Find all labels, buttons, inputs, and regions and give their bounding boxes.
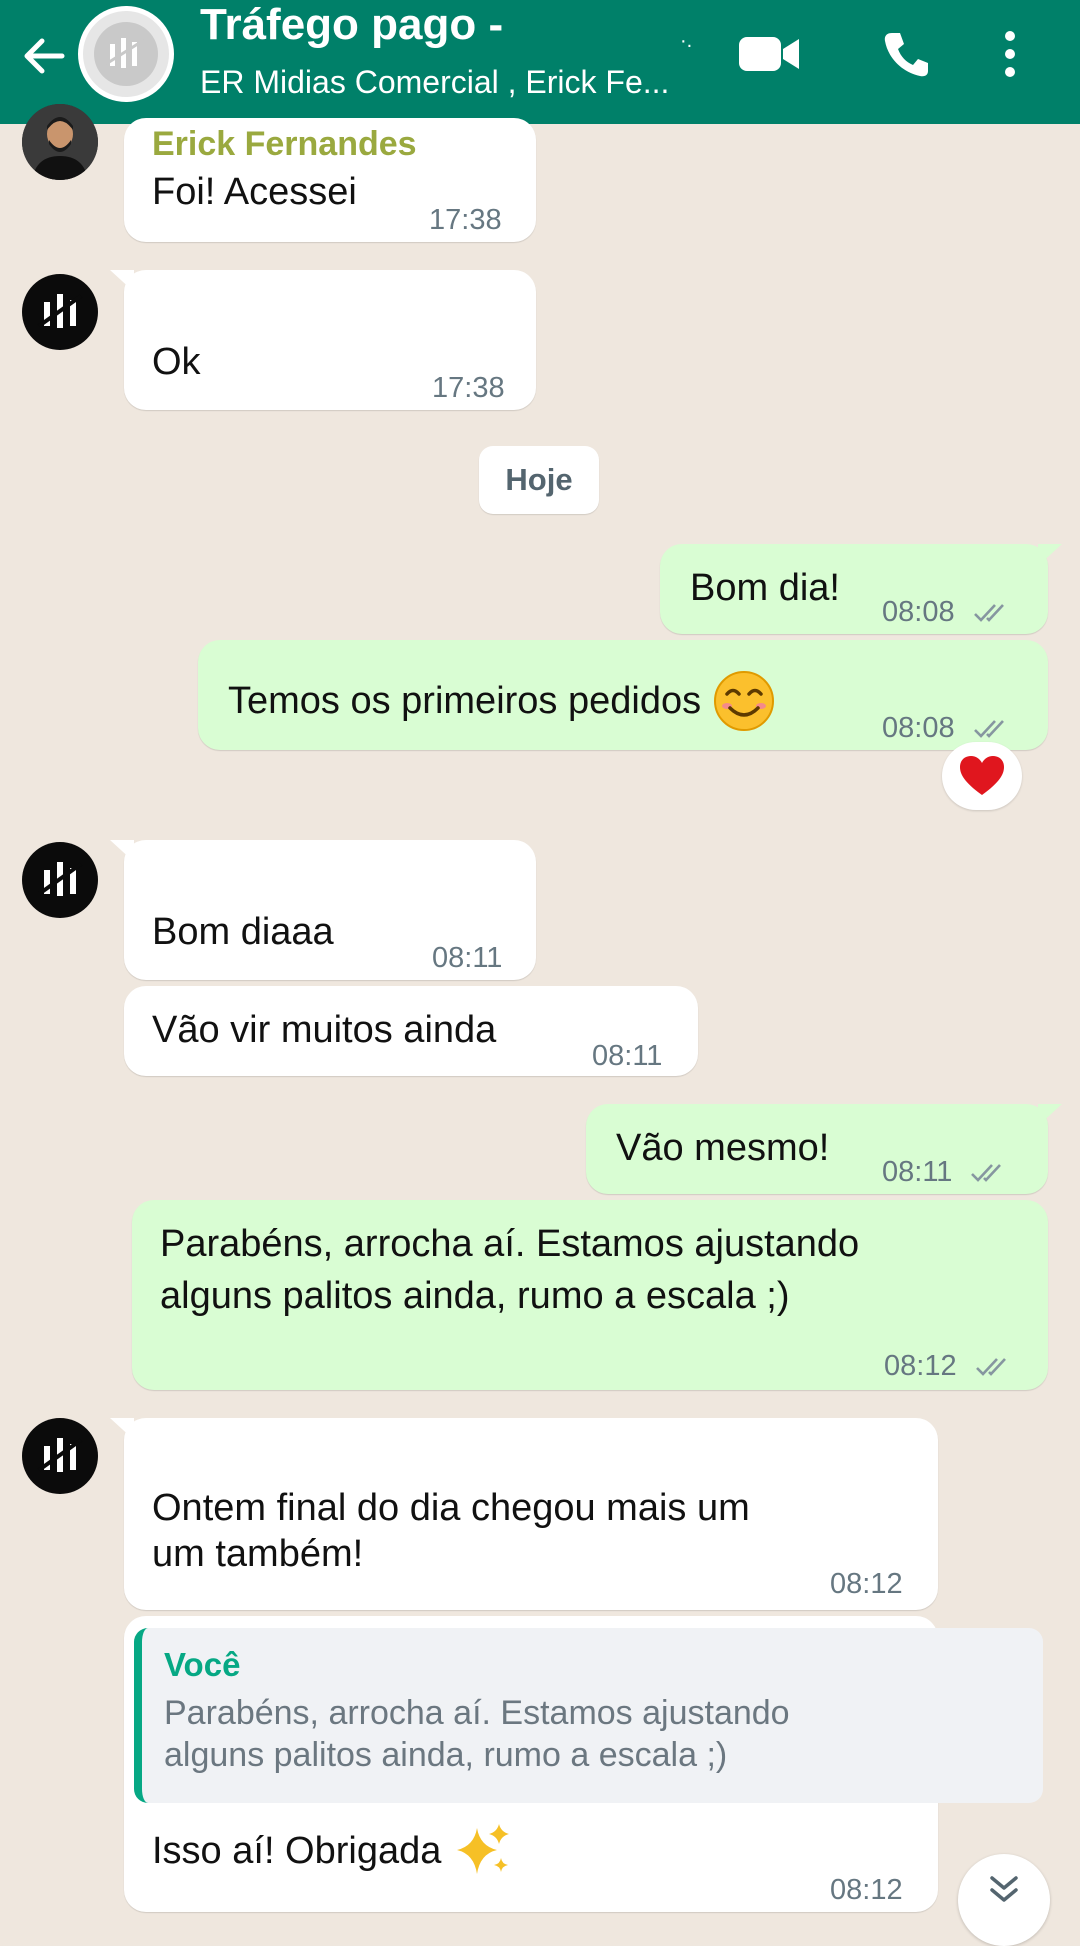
sender-avatar-midias[interactable] (22, 1418, 98, 1494)
chevron-double-down-icon (990, 1876, 1018, 1902)
message-text: Vão mesmo! (616, 1127, 830, 1169)
message-text: Foi! Acessei (152, 171, 357, 213)
message-time: 08:11 (432, 942, 503, 974)
bubble-tail (1038, 1104, 1062, 1126)
sender-name[interactable]: Erick Fernandes (152, 120, 417, 168)
video-call-icon (739, 37, 799, 71)
bubble-tail (110, 1418, 134, 1440)
message-time: 17:38 (429, 204, 502, 236)
more-options-icon (1005, 31, 1015, 77)
message-content: Temos os primeiros pedidos (228, 670, 775, 732)
message-content: Isso aí! Obrigada (152, 1820, 515, 1882)
message-bubble[interactable]: Vão vir muitos ainda 08:11 (124, 986, 698, 1076)
message-bubble[interactable]: Parabéns, arrocha aí. Estamos ajustando … (132, 1200, 1048, 1390)
brand-logo-icon (37, 862, 83, 896)
sender-avatar-erick[interactable] (22, 104, 98, 180)
group-avatar[interactable] (78, 6, 174, 102)
message-line: Parabéns, arrocha aí. Estamos ajustando (160, 1223, 860, 1265)
message-line: alguns palitos ainda, rumo a escala ;) (160, 1275, 790, 1317)
sender-avatar-midias[interactable] (22, 274, 98, 350)
phone-icon (884, 33, 928, 77)
double-check-icon (975, 1358, 1006, 1377)
message-bubble[interactable]: Vão mesmo! 08:11 (586, 1104, 1062, 1196)
message-bubble[interactable]: Temos os primeiros pedidos 08:08 (198, 640, 1048, 750)
brand-logo-icon (37, 1438, 83, 1472)
video-call-button[interactable] (735, 24, 805, 84)
double-check-icon (973, 720, 1004, 739)
heart-icon (960, 756, 1004, 795)
message-line: um também! (152, 1533, 364, 1575)
quoted-line: alguns palitos ainda, rumo a escala ;) (164, 1736, 728, 1774)
scroll-to-bottom-button[interactable] (958, 1854, 1050, 1946)
more-options-button[interactable] (985, 24, 1035, 84)
smiling-face-emoji (714, 671, 775, 731)
voice-call-button[interactable] (870, 24, 940, 84)
message-time: 08:11 (882, 1156, 953, 1188)
bubble-tail (1038, 544, 1062, 566)
sender-avatar-midias[interactable] (22, 842, 98, 918)
group-logo-icon (105, 38, 145, 68)
message-text: Isso aí! Obrigada (152, 1830, 442, 1872)
message-bubble[interactable]: Você Parabéns, arrocha aí. Estamos ajust… (124, 1616, 1043, 1912)
double-check-icon (971, 1164, 1002, 1183)
back-arrow-icon (24, 38, 65, 74)
bubble-tail (110, 840, 134, 862)
message-bubble[interactable]: Ok 17:38 (110, 270, 536, 410)
message-time: 08:12 (830, 1568, 903, 1600)
brand-logo-icon (37, 294, 83, 328)
status-indicator: ·. (680, 30, 693, 52)
chat-title[interactable]: Tráfego pago - (200, 0, 503, 50)
message-line: Ontem final do dia chegou mais um (152, 1487, 750, 1529)
double-check-icon (973, 604, 1004, 623)
message-bubble[interactable]: Ontem final do dia chegou mais um um tam… (110, 1418, 938, 1610)
message-text: Bom diaaa (152, 911, 334, 953)
message-time: 08:12 (884, 1350, 957, 1382)
quoted-author: Você (164, 1646, 241, 1683)
message-bubble[interactable]: Bom dia! 08:08 (660, 544, 1062, 636)
message-text: Temos os primeiros pedidos (228, 680, 702, 722)
quoted-message[interactable]: Você Parabéns, arrocha aí. Estamos ajust… (134, 1628, 1043, 1803)
message-text: Bom dia! (690, 567, 840, 609)
message-bubble[interactable]: Erick Fernandes Foi! Acessei 17:38 (124, 118, 536, 242)
date-separator: Hoje (479, 446, 599, 514)
message-time-status: 08:11 (882, 1148, 1010, 1196)
reaction-badge[interactable] (942, 742, 1022, 810)
chat-participants[interactable]: ER Midias Comercial , Erick Fe... (200, 64, 669, 101)
message-text: Ok (152, 341, 201, 383)
message-time: 08:08 (882, 712, 955, 744)
bubble-tail (110, 270, 134, 292)
message-time: 08:11 (592, 1040, 663, 1072)
message-time-status: 08:08 (882, 588, 1013, 636)
person-avatar-icon (22, 104, 98, 180)
quoted-line: Parabéns, arrocha aí. Estamos ajustando (164, 1694, 790, 1732)
sparkles-emoji (457, 1824, 510, 1874)
chat-header: Tráfego pago - ER Midias Comercial , Eri… (0, 0, 1080, 124)
message-time-status: 08:12 (884, 1342, 1015, 1390)
message-time: 08:12 (830, 1874, 903, 1906)
message-text: Vão vir muitos ainda (152, 1009, 497, 1051)
message-time: 08:08 (882, 596, 955, 628)
message-time: 17:38 (432, 372, 505, 404)
back-button[interactable] (14, 26, 74, 86)
message-bubble[interactable]: Bom diaaa 08:11 (110, 840, 536, 980)
